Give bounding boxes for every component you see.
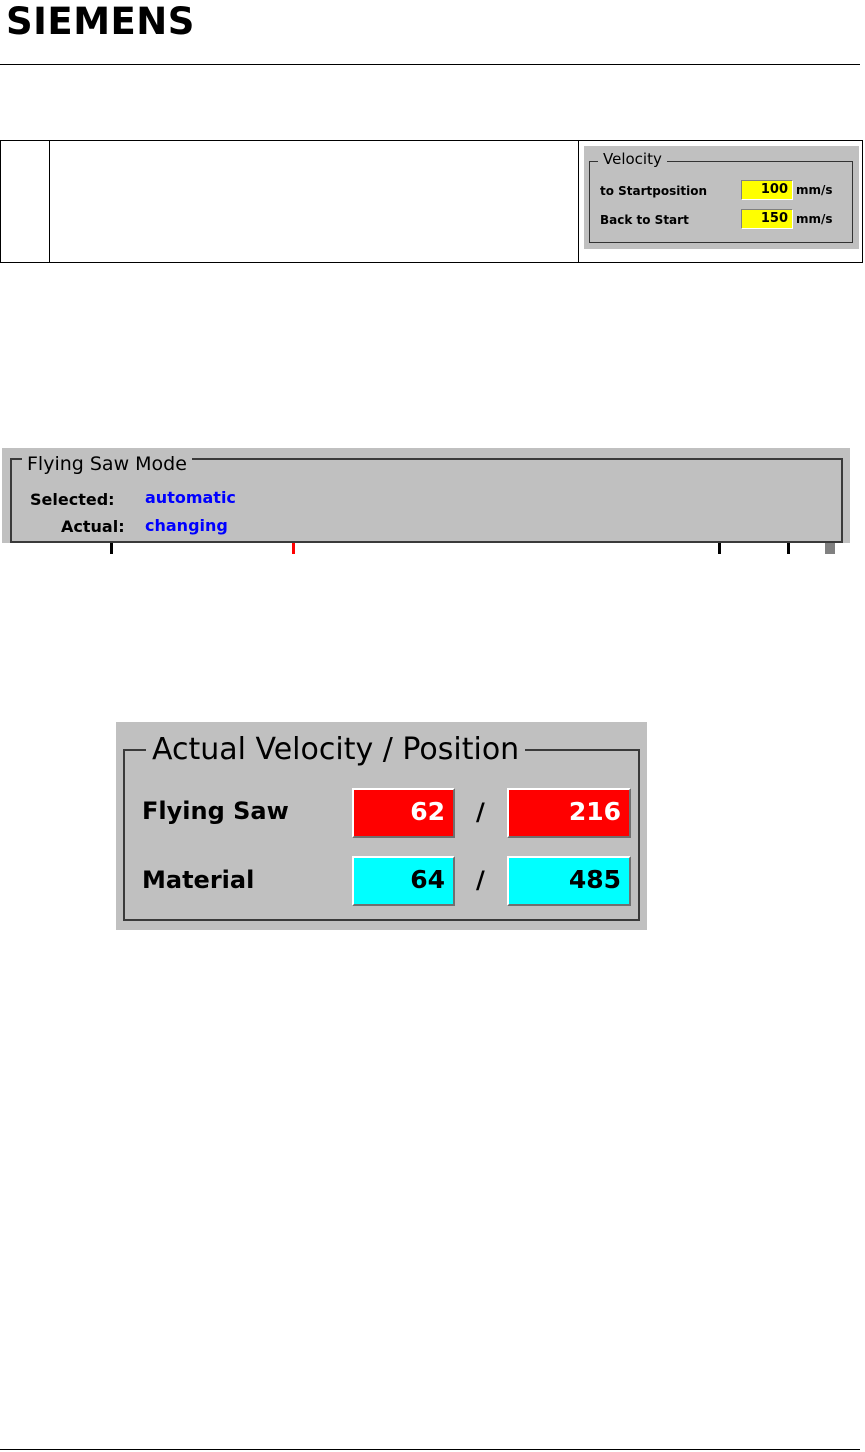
back-to-start-velocity-field[interactable]: 150 xyxy=(741,209,793,229)
flying-saw-position-field: 216 xyxy=(507,788,631,838)
saw-position-marker xyxy=(292,543,295,554)
mode-selected-label: Selected: xyxy=(30,490,115,509)
header-divider xyxy=(0,64,860,65)
velocity-group-frame xyxy=(589,161,853,243)
material-position-field: 485 xyxy=(507,856,631,906)
actual-velocity-position-title: Actual Velocity / Position xyxy=(146,732,526,767)
value-separator: / xyxy=(476,798,485,826)
siemens-logo: SIEMENS xyxy=(6,0,195,43)
track-marker xyxy=(787,543,790,554)
material-velocity-field: 64 xyxy=(352,856,455,906)
velocity-panel: Velocity to Startposition 100 mm/s Back … xyxy=(584,146,859,249)
flying-saw-mode-panel: Flying Saw Mode Selected: automatic Actu… xyxy=(2,448,850,554)
mode-actual-label: Actual: xyxy=(61,517,125,536)
track-marker xyxy=(718,543,721,554)
mode-selected-value: automatic xyxy=(145,488,236,507)
track-marker xyxy=(110,543,113,554)
flying-saw-velocity-field: 62 xyxy=(352,788,455,838)
flying-saw-mode-title: Flying Saw Mode xyxy=(22,453,192,475)
flying-saw-label: Flying Saw xyxy=(142,797,289,825)
mode-actual-value: changing xyxy=(145,516,228,535)
table-column-divider xyxy=(49,141,50,262)
back-to-start-velocity-label: Back to Start xyxy=(600,213,689,227)
material-label: Material xyxy=(142,866,255,894)
value-separator: / xyxy=(476,866,485,894)
actual-velocity-position-panel: Actual Velocity / Position Flying Saw 62… xyxy=(116,722,647,930)
table-column-divider xyxy=(578,141,579,262)
startposition-velocity-field[interactable]: 100 xyxy=(741,180,793,200)
footer-divider xyxy=(0,1449,860,1450)
saw-track-strip xyxy=(2,543,850,554)
track-scrollbar[interactable] xyxy=(825,543,835,554)
velocity-panel-title: Velocity xyxy=(598,150,667,168)
back-to-start-velocity-unit: mm/s xyxy=(796,212,833,226)
startposition-velocity-label: to Startposition xyxy=(600,184,708,198)
startposition-velocity-unit: mm/s xyxy=(796,183,833,197)
